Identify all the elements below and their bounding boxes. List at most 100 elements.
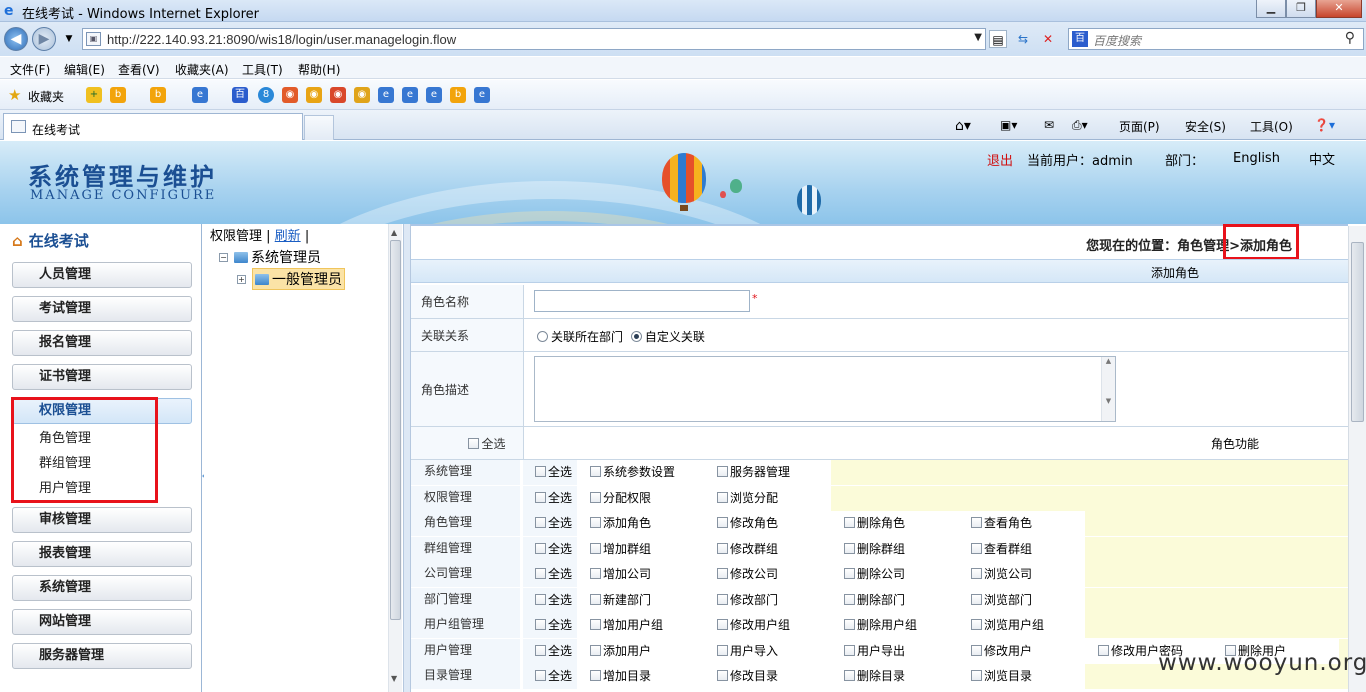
tree-node-child[interactable]: + 一般管理员 [237,268,345,290]
mail-icon[interactable]: ✉ [1044,118,1054,132]
checkbox[interactable] [535,568,546,579]
permission-action[interactable]: 删除公司 [831,562,958,587]
permission-action[interactable]: 用户导出 [831,639,958,664]
back-button[interactable]: ◀ [4,27,28,51]
search-box[interactable]: 百 百度搜索 ⚲ [1068,28,1364,50]
checkbox[interactable] [535,491,546,503]
checkbox[interactable] [590,542,601,554]
permission-select-all[interactable]: 全选 [523,562,577,587]
bing-icon[interactable]: b [450,87,466,103]
menu-file[interactable]: 文件(F) [10,61,50,78]
menu-edit[interactable]: 编辑(E) [64,61,105,78]
permission-action[interactable]: 分配权限 [577,486,704,511]
checkbox[interactable] [971,568,982,579]
maximize-button[interactable]: ❐ [1286,0,1316,18]
favorites-star-icon[interactable]: ★ [8,86,21,104]
tree-node-label[interactable]: 系统管理员 [251,247,321,267]
permission-select-all[interactable]: 全选 [523,536,577,562]
checkbox[interactable] [717,517,728,528]
select-all-checkbox[interactable] [468,437,480,449]
sidebar-item-system[interactable]: 系统管理 [12,575,192,601]
link-8-icon[interactable]: 8 [258,87,274,103]
link-icon[interactable]: ◉ [330,87,346,103]
sidebar-item-audit[interactable]: 审核管理 [12,507,192,533]
checkbox[interactable] [717,619,728,630]
permission-action[interactable]: 删除目录 [831,664,958,689]
checkbox[interactable] [590,466,601,477]
checkbox[interactable] [844,593,855,605]
permission-action[interactable]: 查看角色 [958,511,1085,536]
permission-action[interactable]: 修改用户 [958,639,1085,664]
checkbox[interactable] [590,568,601,579]
history-dropdown-icon[interactable]: ▼ [60,30,78,48]
permission-action[interactable]: 增加群组 [577,537,704,562]
permission-action[interactable]: 增加公司 [577,562,704,587]
tree-scrollbar[interactable]: ▲ ▼ [388,224,402,692]
address-bar[interactable]: ▣ http://222.140.93.21:8090/wis18/login/… [82,28,986,50]
new-tab-button[interactable] [304,115,334,140]
menu-help[interactable]: 帮助(H) [298,61,340,78]
checkbox[interactable] [971,542,982,554]
sidebar-item-registration[interactable]: 报名管理 [12,330,192,356]
lang-english-link[interactable]: English [1233,151,1280,166]
sidebar-item-report[interactable]: 报表管理 [12,541,192,567]
permission-select-all[interactable]: 全选 [523,664,577,689]
checkbox[interactable] [971,619,982,630]
safety-menu[interactable]: 安全(S) [1185,118,1226,135]
role-description-textarea[interactable]: ▲ ▼ [534,356,1116,422]
select-all-master[interactable]: 全选 [411,427,524,459]
checkbox[interactable] [844,670,855,681]
ie-link-icon[interactable]: e [192,87,208,103]
sidebar-item-website[interactable]: 网站管理 [12,609,192,635]
role-name-input[interactable] [534,290,750,312]
home-icon[interactable]: ⌂▾ [955,118,971,134]
menu-favorites[interactable]: 收藏夹(A) [175,61,229,78]
checkbox[interactable] [1098,644,1109,656]
favorites-label[interactable]: 收藏夹 [28,88,64,105]
help-icon[interactable]: ❓▾ [1314,118,1335,132]
expand-icon[interactable]: + [237,274,246,284]
checkbox[interactable] [844,542,855,554]
permission-action[interactable]: 浏览目录 [958,664,1085,689]
sidebar-item-exam[interactable]: 考试管理 [12,296,192,322]
relation-custom-radio[interactable] [630,331,642,342]
ie-link-icon[interactable]: e [426,87,442,103]
page-menu[interactable]: 页面(P) [1119,118,1160,135]
ie-link-icon[interactable]: e [474,87,490,103]
feeds-icon[interactable]: ▣▾ [1000,118,1017,132]
checkbox[interactable] [717,593,728,605]
checkbox[interactable] [535,619,546,630]
checkbox[interactable] [717,491,728,503]
permission-action[interactable]: 修改角色 [704,511,831,536]
permission-action[interactable]: 新建部门 [577,588,704,613]
refresh-icon[interactable]: ⇆ [1014,30,1032,48]
relation-custom-label[interactable]: 自定义关联 [645,330,705,344]
permission-action[interactable]: 删除群组 [831,537,958,562]
checkbox[interactable] [535,670,546,681]
checkbox[interactable] [590,517,601,528]
permission-action[interactable]: 浏览分配 [704,486,831,511]
textarea-scrollbar[interactable]: ▲ ▼ [1101,357,1115,421]
add-favorite-icon[interactable]: + [86,87,102,103]
refresh-link[interactable]: 刷新 [275,229,301,244]
checkbox[interactable] [717,644,728,656]
permission-action[interactable]: 修改群组 [704,537,831,562]
permission-action[interactable]: 修改用户组 [704,613,831,638]
permission-action[interactable]: 删除用户组 [831,613,958,638]
permission-action[interactable]: 添加用户 [577,639,704,664]
permission-action[interactable]: 浏览部门 [958,588,1085,613]
permission-select-all[interactable]: 全选 [523,587,577,613]
main-scrollbar[interactable] [1348,226,1366,692]
print-icon[interactable]: ⎙▾ [1072,118,1088,133]
collapse-icon[interactable]: − [219,252,228,262]
permission-select-all[interactable]: 全选 [523,485,577,511]
checkbox[interactable] [844,517,855,528]
url-text[interactable]: http://222.140.93.21:8090/wis18/login/us… [107,32,456,47]
checkbox[interactable] [535,517,546,528]
bing-icon[interactable]: b [110,87,126,103]
checkbox[interactable] [717,670,728,681]
checkbox[interactable] [590,593,601,605]
relation-dept-radio[interactable] [537,331,548,342]
permission-action[interactable]: 删除部门 [831,588,958,613]
sidebar-item-personnel[interactable]: 人员管理 [12,262,192,288]
